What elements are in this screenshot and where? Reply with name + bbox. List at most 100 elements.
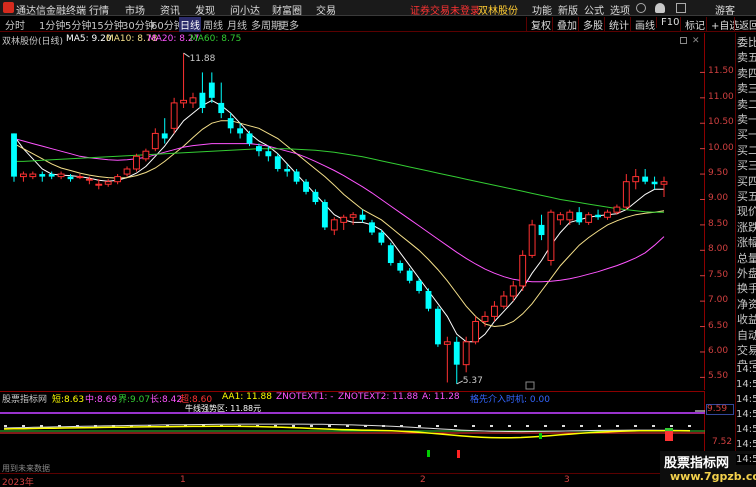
side-panel-item[interactable]: 涨幅 [737,236,756,249]
candle-body [265,151,272,157]
menu-options[interactable]: 选项 [610,2,630,17]
signal-bar-green [539,433,542,439]
candle-body [85,178,93,181]
tool-back[interactable]: 返回 [734,17,756,32]
candle-body [340,216,348,223]
menu-formula[interactable]: 公式 [584,2,604,17]
sell-signal-bar [457,450,460,458]
side-time-label: 14:50 [736,379,756,390]
candle-body [595,214,601,218]
tool-stats[interactable]: 统计 [604,17,633,32]
side-panel-item[interactable]: 换手 [737,282,756,295]
price-axis-label: 11.00 [708,91,734,102]
side-panel-item[interactable]: 买五 [737,190,756,203]
candle-body [651,181,658,185]
side-panel-item[interactable]: 总量 [737,252,756,265]
side-time-label: 14:50 [736,364,756,375]
menu-ask[interactable]: 问小达 [230,2,260,17]
side-panel-item[interactable]: 卖五 [737,51,756,64]
tool-draw[interactable]: 画线 [630,17,659,32]
title-bar: 通达信金融终端 行情 市场 资讯 发现 问小达 财富圈 交易 证券交易未登录 双… [0,0,756,17]
period-5min[interactable]: 5分钟 [64,17,92,32]
period-intraday[interactable]: 分时 [4,17,26,32]
period-15min[interactable]: 15分钟 [90,17,125,32]
indicator-panel[interactable]: 股票指标网 短:8.63 中:8.69 界:9.07 长:8.42 超:8.60… [0,391,705,473]
upper-dots [454,425,457,427]
scroll-marker-icon [525,381,535,390]
period-daily[interactable]: 日线 [179,17,201,32]
period-more[interactable]: 更多 [278,17,300,32]
price-axis-label: 6.50 [708,320,729,331]
side-panel-item[interactable]: 现价 [737,205,756,218]
menu-wealth[interactable]: 财富圈 [272,2,302,17]
side-panel-item[interactable]: 卖一 [737,113,756,126]
side-panel-item[interactable]: 委比 [737,36,756,49]
side-time-label: 14:50 [736,394,756,405]
tool-mark[interactable]: 标记 [680,17,709,32]
candle-body [142,150,150,160]
message-icon[interactable] [676,3,686,13]
kline-chart-panel[interactable]: 双林股份(日线) MA5: 9.20 MA10: 8.78 MA20: 8.27… [0,33,705,390]
time-axis-year: 2023年 [2,478,34,487]
tool-overlay[interactable]: 叠加 [552,17,581,32]
period-monthly[interactable]: 月线 [226,17,248,32]
candle-body [434,308,441,345]
price-axis-label: 10.50 [708,117,734,128]
buy-signal-bar [427,450,430,457]
candle-body [227,118,234,129]
side-panel-item[interactable]: 买二 [737,144,756,157]
side-panel-item[interactable]: 卖四 [737,67,756,80]
stock-name-header: 双林股份 [478,6,518,17]
side-panel-item[interactable]: 外盘 [737,267,756,280]
upper-dots [4,425,7,427]
candle-body [189,97,197,104]
side-panel-item[interactable]: 自动 [737,329,756,342]
guest-user[interactable]: 游客 [715,2,735,17]
quote-side-panel[interactable]: 委比卖五卖四卖三卖二卖一买一买二买三买四买五现价涨跌涨幅总量外盘换手净资收益自动… [735,33,756,473]
candle-body [443,341,451,345]
candle-body [632,176,640,183]
user-icon[interactable] [655,3,665,13]
menu-new[interactable]: 新版 [558,2,578,17]
ma-line-ma5 [13,99,664,343]
candle-body [378,232,385,243]
price-axis-label: 6.00 [708,345,729,356]
candle-body [321,202,328,228]
side-panel-item[interactable]: 涨跌 [737,221,756,234]
period-1min[interactable]: 1分钟 [38,17,66,32]
menu-discover[interactable]: 发现 [195,2,215,17]
menu-trade[interactable]: 交易 [316,2,336,17]
menu-function[interactable]: 功能 [532,2,552,17]
trade-warning[interactable]: 证券交易未登录 [410,2,480,17]
candle-body [246,133,253,144]
tool-multi-stock[interactable]: 多股 [578,17,607,32]
side-panel-item[interactable]: 交易 [737,344,756,357]
candle-body [180,99,187,104]
kline-svg: 11.5011.0010.5010.009.509.008.508.007.50… [11,52,705,390]
app-logo-icon [3,2,14,13]
period-weekly[interactable]: 周线 [202,17,224,32]
search-icon[interactable] [636,3,646,13]
upper-dots [418,425,421,427]
side-panel-item[interactable]: 买四 [737,175,756,188]
candle-body [387,245,394,264]
candle-body [170,102,178,129]
side-panel-item[interactable]: 收益 [737,313,756,326]
price-axis-label: 7.50 [708,269,729,280]
candle-body [293,171,300,182]
indicator-axis-mid: 7.52 [712,437,733,447]
side-panel-item[interactable]: 买一 [737,128,756,141]
candle-body [161,133,168,139]
candle-body [237,128,244,134]
side-panel-item[interactable]: 卖三 [737,82,756,95]
side-time-label: 14:50 [736,409,756,420]
side-panel-item[interactable]: 净资 [737,298,756,311]
tool-adjust[interactable]: 复权 [526,17,555,32]
menu-market[interactable]: 市场 [125,2,145,17]
menu-news[interactable]: 资讯 [160,2,180,17]
candle-body [330,219,338,231]
side-time-label: 14:50 [736,424,756,435]
side-panel-item[interactable]: 买三 [737,159,756,172]
menu-quotes[interactable]: 行情 [89,2,109,17]
side-panel-item[interactable]: 卖二 [737,98,756,111]
